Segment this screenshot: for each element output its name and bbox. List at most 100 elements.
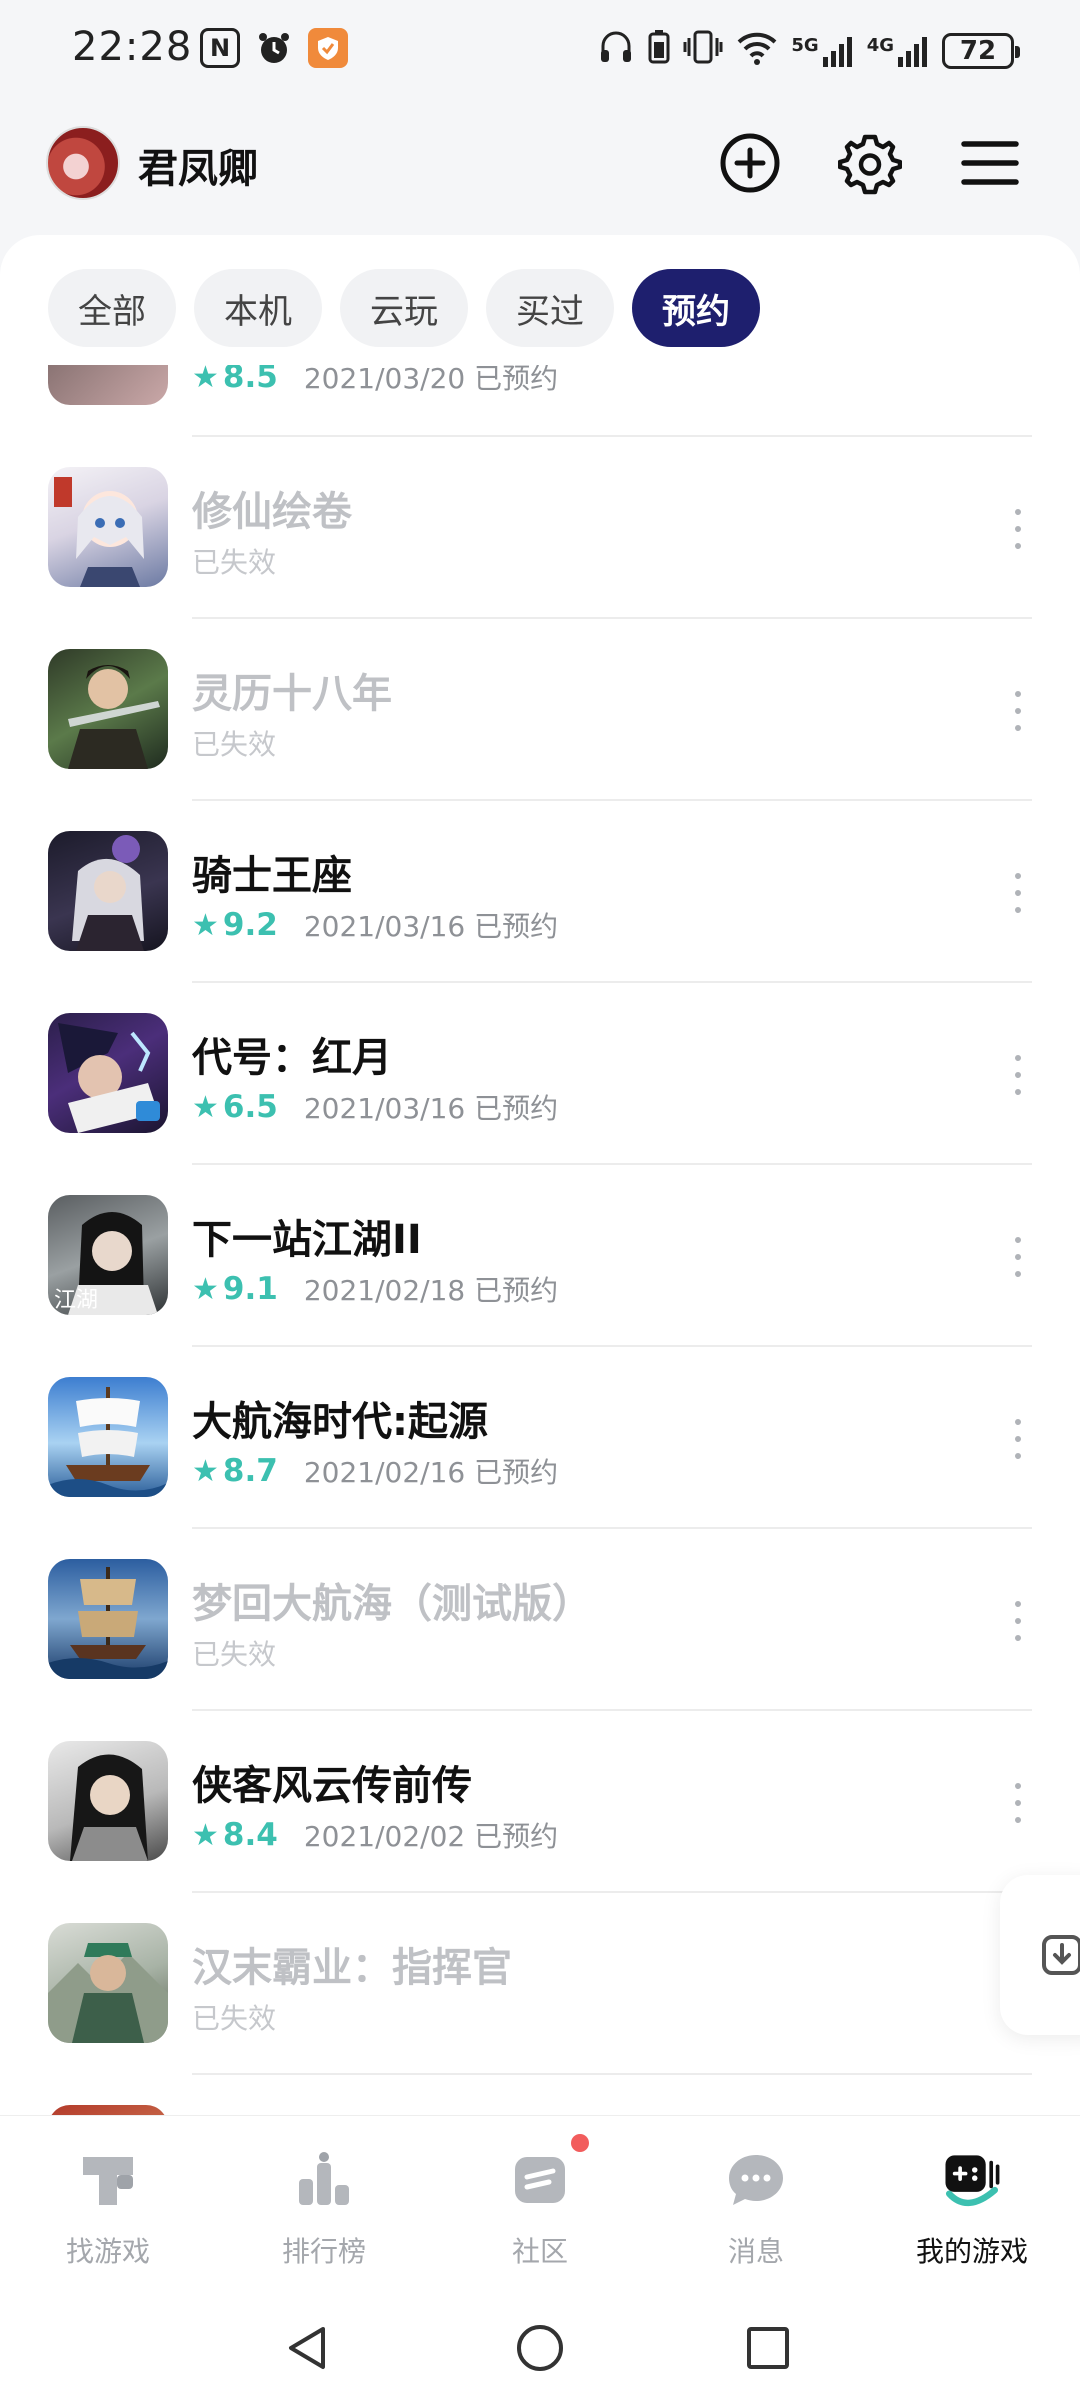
- game-status: 已失效: [192, 1638, 277, 1671]
- star-icon: ★: [192, 365, 219, 395]
- filter-tabs: 全部 本机 云玩 买过 预约: [48, 269, 760, 347]
- xiake-icon: [48, 1741, 168, 1861]
- recents-button[interactable]: [738, 2318, 798, 2378]
- community-icon: [508, 2148, 572, 2212]
- home-button[interactable]: [510, 2318, 570, 2378]
- reservation-date: 2021/02/18 已预约: [303, 1274, 559, 1307]
- find-games-icon: [76, 2148, 140, 2212]
- list-item[interactable]: 汉末霸业：指挥官 已失效: [0, 1893, 1080, 2075]
- my-games-icon: [940, 2148, 1004, 2212]
- list-item[interactable]: [0, 2075, 1080, 2115]
- more-options-icon[interactable]: [1012, 691, 1024, 731]
- game-list: ★ 8.5 2021/03/20 已预约 修仙绘卷 已失效 灵历十八年 已失效: [0, 365, 1080, 2115]
- game-score: 6.5: [222, 1089, 278, 1125]
- tab-cloud[interactable]: 云玩: [340, 269, 468, 347]
- game-name: 代号：红月: [192, 1035, 392, 1081]
- app-header: 君凤卿: [0, 100, 1080, 235]
- alarm-icon: [254, 28, 294, 68]
- list-item[interactable]: 灵历十八年 已失效: [0, 619, 1080, 801]
- game-status: 已失效: [192, 728, 277, 761]
- nav-community[interactable]: 社区: [432, 2116, 648, 2290]
- nav-find-games[interactable]: 找游戏: [0, 2116, 216, 2290]
- game-name: 骑士王座: [192, 853, 352, 899]
- hamburger-icon: [961, 141, 1019, 185]
- more-options-icon[interactable]: [1012, 509, 1024, 549]
- red-moon-icon: [48, 1013, 168, 1133]
- home-circle-icon: [517, 2325, 563, 2371]
- messages-icon: [724, 2148, 788, 2212]
- back-triangle-icon: [289, 2327, 325, 2369]
- svg-text:江湖: 江湖: [54, 1288, 98, 1313]
- download-manager-button[interactable]: [1000, 1875, 1080, 2035]
- list-item[interactable]: 修仙绘卷 已失效: [0, 437, 1080, 619]
- username[interactable]: 君凤卿: [138, 136, 258, 194]
- game-name: 汉末霸业：指挥官: [192, 1945, 512, 1991]
- avatar[interactable]: [46, 126, 120, 200]
- nav-my-games[interactable]: 我的游戏: [864, 2116, 1080, 2290]
- settings-button[interactable]: [835, 128, 905, 198]
- tab-purchased[interactable]: 买过: [486, 269, 614, 347]
- gear-icon: [838, 134, 902, 195]
- list-item[interactable]: 大航海时代:起源 ★ 8.7 2021/02/16 已预约: [0, 1347, 1080, 1529]
- hanmo-icon: [48, 1923, 168, 2043]
- game-status: 已失效: [192, 546, 277, 579]
- ranking-icon: [292, 2148, 356, 2212]
- status-bar: 22:28 N 5G 4G 72: [0, 0, 1080, 100]
- battery-saver-icon: [647, 28, 671, 73]
- game-name: 大航海时代:起源: [192, 1399, 488, 1445]
- battery-indicator: 72: [942, 32, 1020, 69]
- more-options-icon[interactable]: [1012, 1237, 1024, 1277]
- signal-5g-icon: 5G: [791, 35, 854, 67]
- add-button[interactable]: [715, 128, 785, 198]
- more-options-icon[interactable]: [1012, 1783, 1024, 1823]
- wifi-icon: [735, 28, 779, 73]
- list-item[interactable]: ★ 8.5 2021/03/20 已预约: [0, 365, 1080, 437]
- system-navigation: [0, 2290, 1080, 2400]
- list-item[interactable]: 代号：红月 ★ 6.5 2021/03/16 已预约: [0, 983, 1080, 1165]
- reservation-date: 2021/02/02 已预约: [303, 1820, 559, 1853]
- plus-circle-icon: [720, 133, 780, 193]
- status-time: 22:28: [72, 24, 193, 70]
- game-score: 9.1: [222, 1271, 278, 1307]
- star-icon: ★: [192, 907, 219, 943]
- menu-button[interactable]: [955, 128, 1025, 198]
- tab-local[interactable]: 本机: [194, 269, 322, 347]
- recents-square-icon: [747, 2327, 789, 2369]
- list-item[interactable]: 骑士王座 ★ 9.2 2021/03/16 已预约: [0, 801, 1080, 983]
- list-item[interactable]: 梦回大航海（测试版） 已失效: [0, 1529, 1080, 1711]
- xiuxian-icon: [48, 467, 168, 587]
- star-icon: ★: [192, 1089, 219, 1125]
- list-item[interactable]: 江湖 下一站江湖II ★ 9.1 2021/02/18 已预约: [0, 1165, 1080, 1347]
- games-sheet: 全部 本机 云玩 买过 预约 ★ 8.5 2021/03/20 已预约 修仙绘卷…: [0, 235, 1080, 2115]
- game-score: 9.2: [222, 907, 278, 943]
- vibrate-icon: [683, 28, 723, 73]
- nav-ranking[interactable]: 排行榜: [216, 2116, 432, 2290]
- star-icon: ★: [192, 1817, 219, 1853]
- dream-sailing-icon: [48, 1559, 168, 1679]
- more-options-icon[interactable]: [1012, 1055, 1024, 1095]
- more-options-icon[interactable]: [1012, 873, 1024, 913]
- sailing-ship-icon: [48, 1377, 168, 1497]
- nfc-icon: N: [200, 28, 240, 68]
- reservation-date: 2021/03/16 已预约: [303, 910, 559, 943]
- knight-throne-icon: [48, 831, 168, 951]
- list-item[interactable]: 侠客风云传前传 ★ 8.4 2021/02/02 已预约: [0, 1711, 1080, 1893]
- game-icon: [48, 2105, 168, 2115]
- download-icon: [1042, 1935, 1080, 1975]
- game-score: 8.4: [222, 1817, 278, 1853]
- game-score: 8.7: [222, 1453, 278, 1489]
- jianghu-icon: 江湖: [48, 1195, 168, 1315]
- app-shield-icon: [308, 28, 348, 68]
- nav-messages[interactable]: 消息: [648, 2116, 864, 2290]
- game-icon: [48, 365, 168, 405]
- tab-all[interactable]: 全部: [48, 269, 176, 347]
- reservation-date: 2021/02/16 已预约: [303, 1456, 559, 1489]
- more-options-icon[interactable]: [1012, 1601, 1024, 1641]
- signal-4g-icon: 4G: [867, 35, 930, 67]
- tab-reserved[interactable]: 预约: [632, 269, 760, 347]
- more-options-icon[interactable]: [1012, 1419, 1024, 1459]
- lingli-icon: [48, 649, 168, 769]
- game-name: 侠客风云传前传: [192, 1763, 472, 1809]
- star-icon: ★: [192, 1271, 219, 1307]
- back-button[interactable]: [278, 2318, 338, 2378]
